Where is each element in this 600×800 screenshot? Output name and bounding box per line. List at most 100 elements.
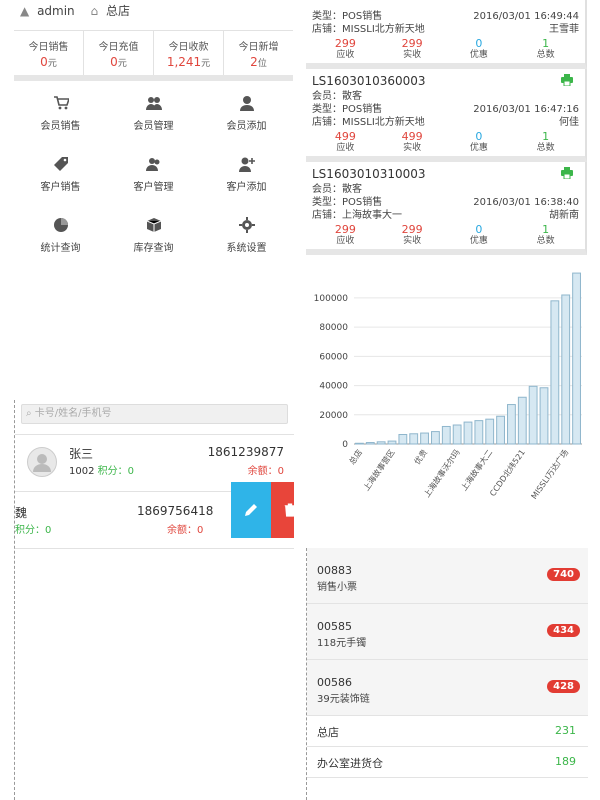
- cart-icon: [53, 96, 70, 110]
- store-count: 189: [555, 755, 576, 768]
- top-bar: ▲ admin ⌂ 总店: [14, 0, 293, 31]
- menu-customer-manage[interactable]: 客户管理: [107, 148, 200, 209]
- amount-discount: 0: [475, 223, 483, 236]
- order-store: 店铺：MISSLI北方新天地: [312, 117, 425, 128]
- order-type: 类型：POS销售: [312, 11, 383, 22]
- order-id: LS1603010310003: [312, 167, 426, 181]
- x-tick-label: CCDD北纬521: [487, 447, 527, 498]
- order-card[interactable]: 类型：POS销售 2016/03/01 16:49:44 店铺：MISSLI北方新…: [306, 0, 587, 69]
- amount-received: 299: [401, 37, 423, 50]
- print-icon[interactable]: [561, 74, 573, 86]
- member-phone: 1869756418: [137, 504, 214, 518]
- order-time: 2016/03/01 16:47:16: [473, 104, 579, 115]
- orders-panel: 类型：POS销售 2016/03/01 16:49:44 店铺：MISSLI北方新…: [306, 0, 587, 265]
- bar: [528, 385, 538, 445]
- dashboard-panel: ▲ admin ⌂ 总店 今日销售 0元 今日充值 0元 今日收款 1,241元…: [14, 0, 293, 265]
- menu-customer-sales[interactable]: 客户销售: [14, 148, 107, 209]
- bar: [365, 442, 375, 445]
- menu-settings[interactable]: 系统设置: [200, 209, 293, 265]
- order-staff: 王雪菲: [549, 24, 579, 35]
- member-name: 张三: [69, 447, 94, 461]
- user-plus-icon: [238, 157, 255, 172]
- product-name: 销售小票: [317, 582, 357, 593]
- product-name: 118元手镯: [317, 638, 367, 649]
- store-row[interactable]: 总店 231: [307, 716, 588, 747]
- count-badge: 428: [547, 680, 580, 693]
- product-item[interactable]: 00585 118元手镯 434: [307, 604, 588, 660]
- menu-member-manage[interactable]: 会员管理: [107, 87, 200, 148]
- avatar-icon: [33, 454, 51, 472]
- menu-customer-add[interactable]: 客户添加: [200, 148, 293, 209]
- edit-button[interactable]: [231, 482, 271, 538]
- bar: [572, 272, 581, 445]
- bar: [452, 424, 462, 445]
- bar: [561, 294, 571, 445]
- tag-icon: [53, 157, 68, 171]
- order-time: 2016/03/01 16:38:40: [473, 197, 579, 208]
- sales-chart-panel: 0 20000 40000 60000 80000 100000 总店 上海故事营区 优贵 上海故…: [306, 270, 587, 540]
- pie-chart-icon: [53, 218, 68, 232]
- stat-collection[interactable]: 今日收款 1,241元: [154, 31, 224, 75]
- bar: [550, 300, 560, 445]
- product-code: 00586: [317, 676, 352, 689]
- bar: [441, 425, 451, 445]
- count-badge: 434: [547, 624, 580, 637]
- stat-sales[interactable]: 今日销售 0元: [14, 31, 84, 75]
- search-input[interactable]: ⌕ 卡号/姓名/手机号: [21, 404, 288, 424]
- label-receivable: 应收: [336, 50, 355, 60]
- store-row[interactable]: 办公室进货仓 189: [307, 747, 588, 778]
- stat-value: 0: [40, 55, 48, 69]
- order-id: LS1603010360003: [312, 74, 426, 88]
- bar: [474, 420, 484, 445]
- group-icon: [145, 158, 159, 171]
- member-card: 1002: [69, 466, 95, 477]
- bar: [496, 415, 505, 445]
- bar: [355, 442, 364, 445]
- amount-total: 1: [542, 130, 550, 143]
- bar: [485, 418, 495, 445]
- stat-label: 今日充值: [98, 42, 139, 53]
- menu-label: 客户销售: [40, 182, 81, 193]
- order-card[interactable]: LS1603010310003 会员：散客 类型：POS销售 2016/03/01…: [306, 162, 587, 255]
- y-tick-label: 20000: [319, 411, 348, 421]
- order-card[interactable]: LS1603010360003 会员：散客 类型：POS销售 2016/03/01…: [306, 69, 587, 162]
- bar: [387, 440, 397, 445]
- stat-recharge[interactable]: 今日充值 0元: [84, 31, 154, 75]
- x-tick-label: MISSLI万达广场: [529, 447, 571, 500]
- order-type: 类型：POS销售: [312, 104, 383, 115]
- menu-member-sales[interactable]: 会员销售: [14, 87, 107, 148]
- y-tick-label: 80000: [319, 323, 348, 333]
- product-item[interactable]: 00586 39元装饰链 428: [307, 660, 588, 716]
- label-receivable: 应收: [336, 236, 355, 246]
- order-member: 会员：散客: [312, 91, 362, 102]
- stat-new-members[interactable]: 今日新增 2位: [224, 31, 293, 75]
- delete-button[interactable]: [271, 482, 294, 538]
- order-time: 2016/03/01 16:49:44: [473, 11, 579, 22]
- product-item[interactable]: 00883 销售小票 740: [307, 548, 588, 604]
- store-count: 231: [555, 724, 576, 737]
- member-points: 积分：0: [97, 466, 135, 477]
- label-received: 实收: [403, 236, 422, 246]
- menu-statistics[interactable]: 统计查询: [14, 209, 107, 265]
- menu-inventory[interactable]: 库存查询: [107, 209, 200, 265]
- member-balance: 余额：0: [247, 466, 284, 477]
- stat-unit: 位: [257, 59, 267, 69]
- search-placeholder: 卡号/姓名/手机号: [34, 408, 112, 419]
- username[interactable]: admin: [37, 4, 75, 18]
- label-total: 总数: [536, 143, 555, 153]
- bar: [463, 421, 473, 445]
- order-store: 店铺：MISSLI北方新天地: [312, 24, 425, 35]
- menu-label: 会员添加: [226, 121, 267, 132]
- stat-unit: 元: [201, 59, 211, 69]
- label-discount: 优惠: [469, 143, 488, 153]
- menu-label: 客户添加: [226, 182, 267, 193]
- store-name[interactable]: 总店: [106, 4, 130, 18]
- store-name: 总店: [317, 726, 339, 739]
- menu-label: 会员管理: [133, 121, 174, 132]
- trash-icon: [284, 503, 294, 517]
- menu-member-add[interactable]: 会员添加: [200, 87, 293, 148]
- label-total: 总数: [536, 236, 555, 246]
- amount-total: 1: [542, 223, 550, 236]
- bar: [409, 433, 419, 445]
- print-icon[interactable]: [561, 167, 573, 179]
